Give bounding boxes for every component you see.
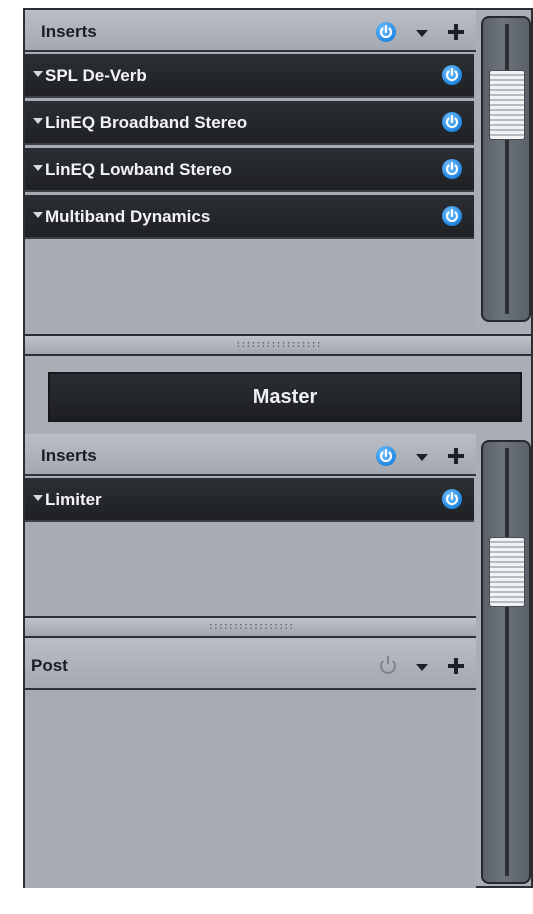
disclosure-triangle-icon[interactable] (33, 71, 43, 77)
plugin-row[interactable]: Limiter (25, 478, 474, 522)
disclosure-triangle-icon[interactable] (33, 212, 43, 218)
power-icon[interactable] (442, 206, 462, 226)
inserts-title: Inserts (41, 446, 97, 465)
resize-grip[interactable]: ::::::::::::::::: (25, 616, 476, 638)
disclosure-triangle-icon[interactable] (33, 495, 43, 501)
plugin-label: Multiband Dynamics (45, 207, 211, 226)
resize-grip[interactable]: ::::::::::::::::: (25, 334, 531, 356)
plugin-label: SPL De-Verb (45, 66, 147, 85)
post-header: Post (25, 638, 476, 690)
mixer-frame: Inserts SPL De-Verb LinEQ Broadband Ster… (23, 8, 533, 888)
power-icon[interactable] (442, 489, 462, 509)
master-channel-label[interactable]: Master (48, 372, 522, 422)
power-icon[interactable] (442, 65, 462, 85)
power-icon[interactable] (442, 112, 462, 132)
fader-track (505, 24, 509, 314)
plus-icon[interactable] (448, 448, 464, 464)
disclosure-triangle-icon[interactable] (33, 118, 43, 124)
top-volume-fader[interactable] (481, 16, 531, 322)
post-title: Post (31, 656, 68, 675)
fader-handle[interactable] (489, 70, 525, 140)
chevron-down-icon[interactable] (416, 663, 428, 671)
fader-handle[interactable] (489, 537, 525, 607)
bottom-inserts-header: Inserts (25, 434, 476, 476)
chevron-down-icon[interactable] (416, 29, 428, 37)
plugin-row[interactable]: LinEQ Lowband Stereo (25, 148, 474, 192)
post-panel: Post (25, 638, 476, 888)
power-icon[interactable] (376, 446, 396, 466)
power-icon[interactable] (376, 22, 396, 42)
plugin-row[interactable]: SPL De-Verb (25, 54, 474, 98)
inserts-title: Inserts (41, 22, 97, 41)
plugin-label: LinEQ Lowband Stereo (45, 160, 233, 179)
plus-icon[interactable] (448, 658, 464, 674)
plugin-label: Limiter (45, 490, 102, 509)
fader-track (505, 448, 509, 876)
top-inserts-panel: Inserts SPL De-Verb LinEQ Broadband Ster… (25, 10, 476, 332)
power-icon[interactable] (442, 159, 462, 179)
power-icon[interactable] (380, 656, 396, 674)
plugin-row[interactable]: Multiband Dynamics (25, 195, 474, 239)
bottom-inserts-panel: Inserts Limiter (25, 434, 476, 614)
disclosure-triangle-icon[interactable] (33, 165, 43, 171)
plus-icon[interactable] (448, 24, 464, 40)
plugin-row[interactable]: LinEQ Broadband Stereo (25, 101, 474, 145)
chevron-down-icon[interactable] (416, 453, 428, 461)
master-volume-fader[interactable] (481, 440, 531, 884)
top-inserts-header: Inserts (25, 10, 476, 52)
plugin-label: LinEQ Broadband Stereo (45, 113, 248, 132)
